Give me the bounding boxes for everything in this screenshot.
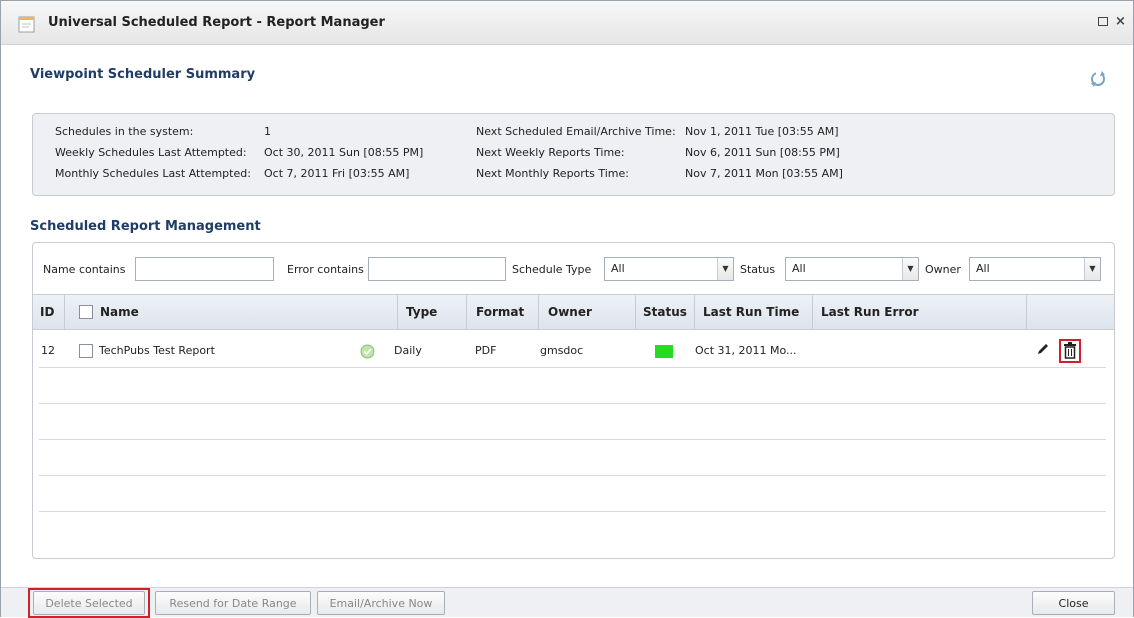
schedule-type-select[interactable]: All ▼ (604, 257, 734, 281)
row-owner: gmsdoc (540, 344, 584, 357)
empty-row (39, 440, 1106, 476)
title-bar: Universal Scheduled Report - Report Mana… (1, 1, 1133, 45)
resend-date-range-button[interactable]: Resend for Date Range (155, 591, 311, 615)
schedules-count-label: Schedules in the system: (55, 125, 194, 138)
schedule-type-value: All (611, 262, 625, 275)
next-monthly-label: Next Monthly Reports Time: (476, 167, 629, 180)
next-monthly-value: Nov 7, 2011 Mon [03:55 AM] (685, 167, 843, 180)
column-divider (64, 295, 65, 329)
column-header-type[interactable]: Type (406, 295, 437, 329)
status-select[interactable]: All ▼ (785, 257, 919, 281)
status-filter-label: Status (740, 263, 776, 276)
column-divider (635, 295, 636, 329)
report-icon (18, 16, 35, 33)
email-archive-now-button[interactable]: Email/Archive Now (317, 591, 445, 615)
error-filter-label: Error contains (287, 263, 364, 276)
empty-row (39, 476, 1106, 512)
column-divider (1026, 295, 1027, 329)
report-manager-window: Universal Scheduled Report - Report Mana… (0, 0, 1134, 618)
column-header-status[interactable]: Status (643, 295, 687, 329)
row-id: 12 (41, 344, 55, 357)
row-last-run-time: Oct 31, 2011 Mo... (695, 344, 797, 357)
pencil-icon[interactable] (1036, 342, 1050, 356)
weekly-last-attempted-value: Oct 30, 2011 Sun [08:55 PM] (264, 146, 424, 159)
name-filter-input[interactable] (135, 257, 274, 281)
chevron-down-icon[interactable]: ▼ (1084, 258, 1100, 280)
next-weekly-value: Nov 6, 2011 Sun [08:55 PM] (685, 146, 840, 159)
owner-filter-label: Owner (925, 263, 961, 276)
select-all-checkbox[interactable] (79, 305, 93, 319)
schedule-type-label: Schedule Type (512, 263, 592, 276)
refresh-icon[interactable] (1088, 69, 1108, 89)
check-circle-icon (360, 344, 375, 359)
column-header-id[interactable]: ID (40, 295, 54, 329)
management-title: Scheduled Report Management (30, 219, 261, 234)
trash-icon (1064, 342, 1076, 359)
next-email-archive-label: Next Scheduled Email/Archive Time: (476, 125, 676, 138)
monthly-last-attempted-label: Monthly Schedules Last Attempted: (55, 167, 251, 180)
column-header-last-run-time[interactable]: Last Run Time (703, 295, 799, 329)
delete-row-button[interactable] (1059, 339, 1081, 363)
next-weekly-label: Next Weekly Reports Time: (476, 146, 625, 159)
chevron-down-icon[interactable]: ▼ (902, 258, 918, 280)
chevron-down-icon[interactable]: ▼ (717, 258, 733, 280)
weekly-last-attempted-label: Weekly Schedules Last Attempted: (55, 146, 247, 159)
column-divider (812, 295, 813, 329)
column-divider (538, 295, 539, 329)
row-name: TechPubs Test Report (99, 344, 215, 357)
grid-header: ID Name Type Format Owner Status Last Ru… (33, 294, 1114, 330)
maximize-icon[interactable] (1098, 17, 1108, 26)
close-button[interactable]: Close (1032, 591, 1115, 615)
scheduler-summary-panel: Schedules in the system: 1 Weekly Schedu… (32, 113, 1115, 196)
column-divider (466, 295, 467, 329)
error-filter-input[interactable] (368, 257, 506, 281)
row-type: Daily (394, 344, 422, 357)
summary-title: Viewpoint Scheduler Summary (30, 67, 256, 82)
column-header-name[interactable]: Name (100, 295, 139, 329)
status-indicator (655, 345, 673, 358)
column-divider (397, 295, 398, 329)
owner-value: All (976, 262, 990, 275)
table-row[interactable]: 12 TechPubs Test Report Daily PDF gmsdoc… (39, 332, 1106, 368)
monthly-last-attempted-value: Oct 7, 2011 Fri [03:55 AM] (264, 167, 410, 180)
owner-select[interactable]: All ▼ (969, 257, 1101, 281)
empty-row (39, 404, 1106, 440)
empty-row (39, 368, 1106, 404)
column-divider (694, 295, 695, 329)
next-email-archive-value: Nov 1, 2011 Tue [03:55 AM] (685, 125, 839, 138)
name-filter-label: Name contains (43, 263, 126, 276)
schedules-count-value: 1 (264, 125, 271, 138)
status-value: All (792, 262, 806, 275)
row-format: PDF (475, 344, 497, 357)
column-header-format[interactable]: Format (476, 295, 524, 329)
column-header-last-run-error[interactable]: Last Run Error (821, 295, 919, 329)
window-title: Universal Scheduled Report - Report Mana… (48, 15, 385, 30)
column-header-owner[interactable]: Owner (548, 295, 592, 329)
close-icon[interactable]: × (1115, 14, 1126, 29)
row-checkbox[interactable] (79, 344, 93, 358)
delete-selected-button[interactable]: Delete Selected (33, 591, 145, 615)
